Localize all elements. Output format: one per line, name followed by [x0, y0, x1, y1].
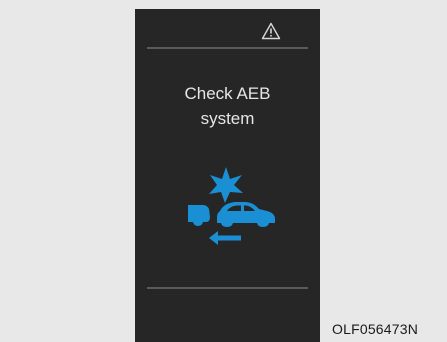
message-line-2: system: [200, 109, 255, 128]
front-vehicle-icon: [188, 205, 210, 226]
top-divider: [147, 47, 308, 49]
collision-star-icon: [209, 167, 243, 203]
direction-arrow-icon: [209, 231, 241, 245]
display-header: [135, 9, 320, 45]
message-line-1: Check AEB: [184, 84, 271, 103]
cluster-display: Check AEB system: [135, 9, 320, 342]
aeb-collision-warning-icon: [188, 167, 275, 245]
warning-triangle-icon: [261, 22, 281, 40]
warning-message: Check AEB system: [135, 81, 320, 131]
figure-code: OLF056473N: [332, 321, 419, 337]
bottom-divider: [147, 287, 308, 289]
